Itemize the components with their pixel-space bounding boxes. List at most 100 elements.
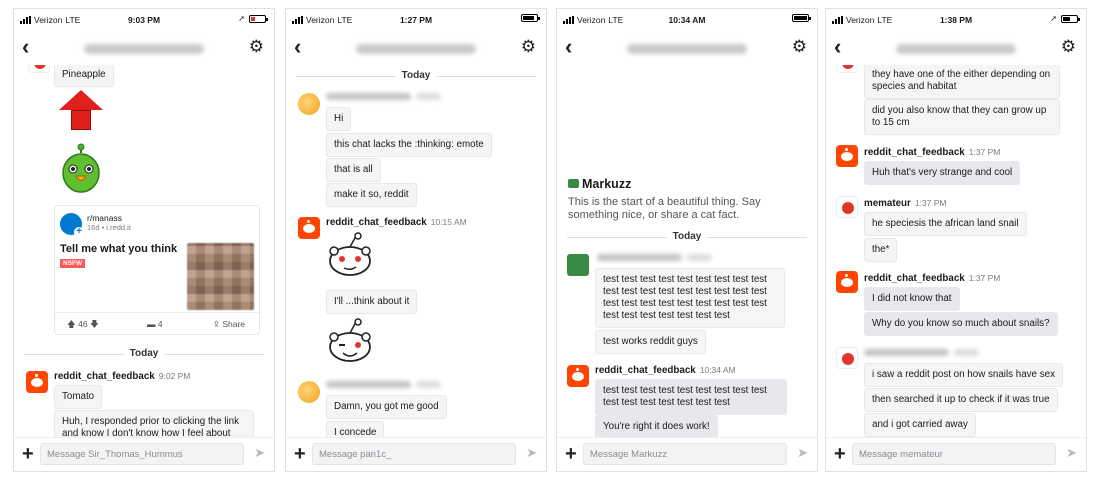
message-list[interactable]: Markuzz This is the start of a beautiful…: [557, 65, 817, 441]
sender-name[interactable]: reddit_chat_feedback 9:02 PM: [54, 371, 190, 382]
sender-name-blurred: [326, 93, 411, 100]
message-bubble: Damn, you got me good: [326, 395, 447, 419]
arrow-stem: [71, 110, 91, 130]
vote-count: 46: [78, 319, 88, 329]
chat-screen-3: Verizon LTE 10:34 AM ‹ ⚙ Markuzz This is…: [556, 8, 818, 472]
sender-name[interactable]: reddit_chat_feedback 10:15 AM: [326, 217, 467, 228]
avatar-reddit-icon[interactable]: [836, 145, 858, 167]
plus-icon[interactable]: +: [22, 443, 34, 465]
message-bubble: they have one of the either depending on…: [864, 65, 1060, 99]
message-bubble: Tomato: [54, 385, 103, 409]
send-icon[interactable]: ➤: [797, 445, 808, 461]
gear-icon[interactable]: ⚙: [1061, 37, 1076, 57]
message-bubble: test works reddit guys: [595, 330, 706, 354]
avatar: [836, 65, 858, 73]
battery-icon: [792, 14, 811, 22]
avatar-reddit-icon[interactable]: [26, 371, 48, 393]
avatar[interactable]: [836, 347, 858, 369]
plus-icon[interactable]: +: [294, 443, 306, 465]
message-bubble: I'll ...think about it: [326, 290, 418, 314]
post-thumbnail-blurred[interactable]: [187, 243, 254, 310]
location-icon: ➚: [238, 14, 245, 23]
snoo-wink-icon: [329, 318, 371, 362]
sender-name[interactable]: reddit_chat_feedback 1:37 PM: [864, 147, 1000, 158]
back-icon[interactable]: ‹: [834, 35, 841, 59]
clock: 10:34 AM: [668, 15, 706, 25]
back-icon[interactable]: ‹: [294, 35, 301, 59]
post-meta: 16d • i.redd.it: [87, 223, 131, 232]
comments-button[interactable]: ▬ 4: [147, 319, 163, 329]
send-icon[interactable]: ➤: [254, 445, 265, 461]
message-list[interactable]: Pineapple r/manass 16d • i.redd.it Tell …: [14, 65, 274, 441]
chat-header: ‹ ⚙: [826, 31, 1086, 65]
clock: 9:03 PM: [127, 15, 161, 25]
message-list[interactable]: they have one of the either depending on…: [826, 65, 1086, 441]
date-divider-label: Today: [666, 231, 708, 242]
sender-name-blurred: [597, 254, 682, 261]
date-divider-label: Today: [123, 348, 165, 359]
message-bubble: then searched it up to check if it was t…: [864, 388, 1058, 412]
message-input[interactable]: Message memateur: [852, 443, 1056, 465]
composer: + Message Sir_Thomas_Hummus ➤: [14, 437, 274, 471]
date-divider: Today: [567, 231, 807, 243]
shared-post-card[interactable]: r/manass 16d • i.redd.it Tell me what yo…: [54, 205, 260, 335]
message-bubble: make it so, reddit: [326, 183, 417, 207]
message-time-blurred: [416, 93, 441, 100]
message-bubble: Hi: [326, 107, 352, 131]
status-bar: Verizon LTE 1:27 PM: [286, 9, 546, 31]
message-bubble: did you also know that they can grow up …: [864, 99, 1060, 135]
avatar-reddit-icon[interactable]: [298, 217, 320, 239]
message-bubble: I did not know that: [864, 287, 960, 311]
date-divider: Today: [24, 348, 264, 360]
message-bubble: the*: [864, 238, 898, 262]
message-bubble: and i got carried away: [864, 413, 976, 437]
share-label: Share: [222, 319, 245, 329]
message-time: 10:15 AM: [430, 217, 467, 227]
avatar[interactable]: [298, 381, 320, 403]
battery-icon: [249, 14, 268, 23]
gear-icon[interactable]: ⚙: [249, 37, 264, 57]
message-time: 1:37 PM: [968, 273, 1001, 283]
gear-icon[interactable]: ⚙: [792, 37, 807, 57]
message-time-blurred: [416, 381, 441, 388]
frog-emoji-icon: [568, 179, 579, 188]
avatar[interactable]: [567, 254, 589, 276]
back-icon[interactable]: ‹: [22, 35, 29, 59]
post-actions: 🡅 46 🡇 ▬ 4 ⇪ Share: [55, 312, 259, 334]
nsfw-badge: NSFW: [60, 259, 86, 268]
message-input[interactable]: Message Markuzz: [583, 443, 787, 465]
message-list[interactable]: Today Hi this chat lacks the :thinking: …: [286, 65, 546, 441]
arrow-up-emoji-icon: [59, 90, 103, 110]
send-icon[interactable]: ➤: [526, 445, 537, 461]
message-bubble: i saw a reddit post on how snails have s…: [864, 363, 1063, 387]
upvote-icon[interactable]: 🡅: [67, 319, 76, 329]
message-time-blurred: [954, 349, 979, 356]
plus-icon[interactable]: +: [565, 443, 577, 465]
vote-control[interactable]: 🡅 46 🡇: [67, 319, 99, 333]
composer: + Message Markuzz ➤: [557, 437, 817, 471]
plus-icon[interactable]: +: [834, 443, 846, 465]
subreddit-name[interactable]: r/manass: [87, 213, 122, 223]
downvote-icon[interactable]: 🡇: [90, 319, 99, 329]
send-icon[interactable]: ➤: [1066, 445, 1077, 461]
back-icon[interactable]: ‹: [565, 35, 572, 59]
message-input[interactable]: Message Sir_Thomas_Hummus: [40, 443, 244, 465]
message-time-blurred: [687, 254, 712, 261]
share-button[interactable]: ⇪ Share: [213, 319, 245, 330]
message-input[interactable]: Message pan1c_: [312, 443, 516, 465]
sender-name[interactable]: reddit_chat_feedback 1:37 PM: [864, 273, 1000, 284]
avatar-reddit-icon[interactable]: [836, 271, 858, 293]
avatar[interactable]: [836, 196, 858, 218]
status-bar: Verizon LTE 10:34 AM: [557, 9, 817, 31]
avatar-reddit-icon[interactable]: [567, 365, 589, 387]
sender-name[interactable]: memateur 1:37 PM: [864, 198, 946, 209]
sender-name[interactable]: reddit_chat_feedback 10:34 AM: [595, 365, 736, 376]
status-bar: Verizon LTE 1:38 PM ➚: [826, 9, 1086, 31]
gear-icon[interactable]: ⚙: [521, 37, 536, 57]
avatar[interactable]: [298, 93, 320, 115]
post-title[interactable]: Tell me what you think: [60, 243, 177, 255]
chat-title-blurred: [84, 44, 204, 54]
message-time: 1:37 PM: [914, 198, 947, 208]
message-bubble: test test test test test test test test …: [595, 268, 785, 328]
composer: + Message pan1c_ ➤: [286, 437, 546, 471]
